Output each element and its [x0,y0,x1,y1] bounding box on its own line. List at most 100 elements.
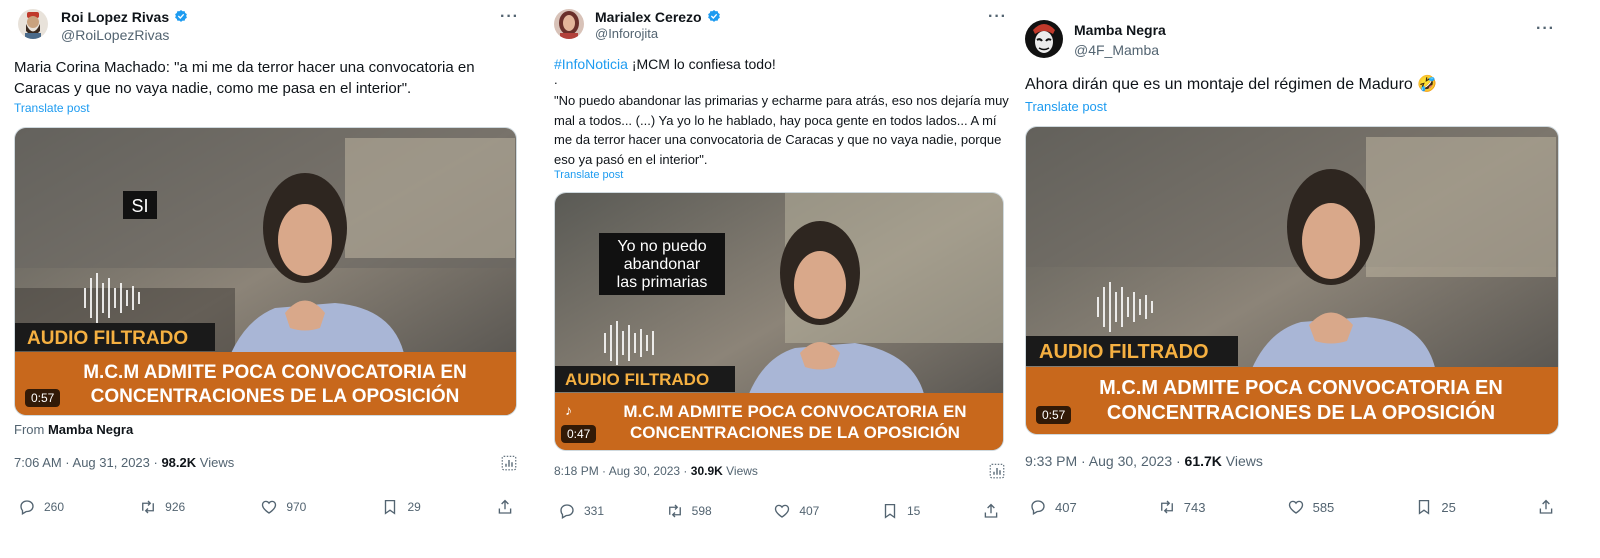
translate-link[interactable]: Translate post [14,101,90,115]
banner-line-2: CONCENTRACIONES DE LA OPOSICIÓN [630,423,960,442]
share-icon [982,502,1000,520]
like-button[interactable]: 407 [773,502,819,520]
author-row: Roi Lopez Rivas [61,9,189,25]
reply-count: 331 [584,504,605,518]
banner-line-2: CONCENTRACIONES DE LA OPOSICIÓN [1107,400,1495,424]
avatar[interactable] [1025,20,1063,58]
repost-icon [1158,498,1176,516]
reply-icon [1029,498,1047,516]
banner-line-1: M.C.M ADMITE POCA CONVOCATORIA EN [83,362,467,383]
avatar[interactable] [554,9,584,39]
views-count: 30.9K [690,464,723,478]
analytics-icon[interactable] [988,462,1006,480]
author-handle[interactable]: @4F_Mamba [1074,42,1159,58]
audio-label: AUDIO FILTRADO [565,370,709,389]
more-icon[interactable]: ··· [988,9,1007,25]
views-count: 61.7K [1184,453,1222,469]
like-count: 585 [1312,499,1335,515]
video-thumbnail: AUDIO FILTRADO M.C.M ADMITE POCA CONVOCA… [1026,127,1558,434]
bookmark-count: 29 [407,500,421,514]
audio-label: AUDIO FILTRADO [27,328,188,349]
tweet-meta: 7:06 AM · Aug 31, 2023 · 98.2K Views [14,455,234,470]
video-thumbnail: SI AUDIO FILTRADO M.C.M ADMITE POCA CONV… [15,128,516,415]
translate-link[interactable]: Translate post [1025,99,1107,114]
like-icon [260,498,278,516]
author-name[interactable]: Marialex Cerezo [595,9,702,25]
video-caption: SI [131,196,148,216]
tiktok-icon: ♪ [565,402,572,418]
repost-button[interactable]: 743 [1158,498,1206,516]
share-button[interactable] [496,498,514,516]
tweet-headline: #InfoNoticia ¡MCM lo confiesa todo! [554,54,1014,74]
reply-icon [558,502,576,520]
author-handle[interactable]: @RoiLopezRivas [61,27,169,43]
like-count: 407 [799,504,820,518]
from-attribution: From Mamba Negra [14,422,133,437]
audio-label: AUDIO FILTRADO [1039,341,1209,363]
video-duration: 0:57 [1036,406,1072,424]
author-name[interactable]: Roi Lopez Rivas [61,9,169,25]
reply-button[interactable]: 407 [1029,498,1077,516]
action-bar: 407 743 585 25 [1029,498,1555,516]
video-player[interactable]: AUDIO FILTRADO M.C.M ADMITE POCA CONVOCA… [1025,126,1559,435]
repost-icon [666,502,684,520]
views-label: Views [199,455,235,470]
video-caption-line-2: abandonar [624,256,701,273]
action-bar: 260 926 970 29 [18,498,514,516]
banner-line-2: CONCENTRACIONES DE LA OPOSICIÓN [91,385,460,407]
author-name[interactable]: Mamba Negra [1074,22,1166,38]
share-button[interactable] [982,502,1000,520]
share-icon [496,498,514,516]
reply-icon [18,498,36,516]
tweet-1: Roi Lopez Rivas @RoiLopezRivas ··· Maria… [0,0,536,558]
avatar[interactable] [18,9,48,39]
bookmark-button[interactable]: 15 [881,502,920,520]
video-player[interactable]: SI AUDIO FILTRADO M.C.M ADMITE POCA CONV… [14,127,517,416]
headline-text: ¡MCM lo confiesa todo! [631,56,776,72]
bookmark-count: 15 [906,504,921,518]
timestamp[interactable]: 8:18 PM · Aug 30, 2023 · [554,464,687,478]
video-duration: 0:47 [561,425,597,443]
action-bar: 331 598 407 15 [558,502,1000,520]
tweet-meta: 8:18 PM · Aug 30, 2023 · 30.9K Views [554,464,758,478]
bookmark-button[interactable]: 25 [1415,498,1456,516]
repost-icon [139,498,157,516]
analytics-icon[interactable] [500,454,518,472]
repost-button[interactable]: 926 [139,498,185,516]
like-count: 970 [286,500,307,514]
tweet-text: Ahora dirán que es un montaje del régime… [1025,76,1438,93]
from-name[interactable]: Mamba Negra [48,422,133,437]
reply-button[interactable]: 331 [558,502,604,520]
tweet-meta: 9:33 PM · Aug 30, 2023 · 61.7K Views [1025,453,1263,469]
timestamp[interactable]: 7:06 AM · Aug 31, 2023 · [14,455,158,470]
tweet-2: Marialex Cerezo @Inforojita ··· #InfoNot… [548,0,1028,558]
repost-button[interactable]: 598 [666,502,712,520]
timestamp[interactable]: 9:33 PM · Aug 30, 2023 · [1025,453,1181,469]
like-button[interactable]: 585 [1287,498,1335,516]
more-icon[interactable]: ··· [500,9,519,25]
author-handle[interactable]: @Inforojita [595,26,658,41]
more-icon[interactable]: ··· [1536,21,1555,37]
repost-count: 743 [1183,499,1206,515]
author-row: Marialex Cerezo [595,9,722,25]
tweet-text: Maria Corina Machado: "a mi me da terror… [14,59,475,97]
bookmark-icon [881,502,899,520]
hashtag-link[interactable]: #InfoNoticia [554,56,628,72]
share-button[interactable] [1537,498,1555,516]
like-icon [1287,498,1305,516]
from-label: From [14,422,45,437]
verified-badge-icon [173,9,189,25]
reply-button[interactable]: 260 [18,498,64,516]
reply-count: 407 [1055,499,1077,515]
verified-badge-icon [706,9,722,25]
repost-count: 926 [165,500,186,514]
banner-line-1: M.C.M ADMITE POCA CONVOCATORIA EN [1099,377,1503,399]
share-icon [1537,498,1555,516]
repost-count: 598 [691,504,712,518]
tweet-3: Mamba Negra @4F_Mamba ··· Ahora dirán qu… [1025,0,1600,558]
reply-count: 260 [44,500,65,514]
translate-link[interactable]: Translate post [554,169,623,181]
bookmark-button[interactable]: 29 [381,498,421,516]
video-player[interactable]: Yo no puedo abandonar las primarias AUDI… [554,192,1004,451]
like-button[interactable]: 970 [260,498,306,516]
